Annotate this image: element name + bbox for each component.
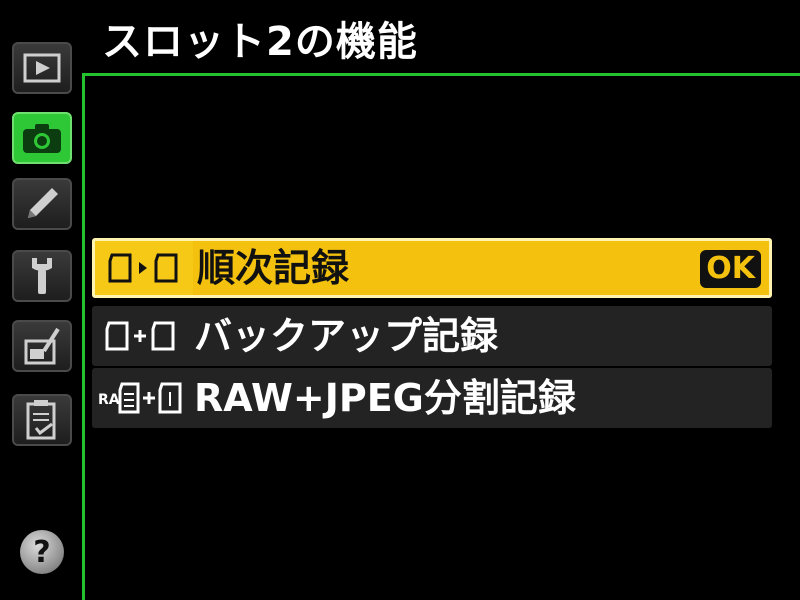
help-icon-label: ? xyxy=(33,534,51,570)
tab-playback[interactable] xyxy=(12,42,72,94)
play-icon xyxy=(23,53,61,83)
pencil-icon xyxy=(28,188,58,218)
backup-icon xyxy=(92,306,190,366)
tab-custom-settings[interactable] xyxy=(12,178,72,230)
help-icon[interactable]: ? xyxy=(20,530,64,574)
menu-frame-left xyxy=(82,73,85,600)
retouch-icon xyxy=(24,327,60,365)
menu-item-label: バックアップ記録 xyxy=(194,314,499,358)
menu-item-raw-jpeg[interactable]: RA RAW+JPEG分割記録 xyxy=(92,368,772,428)
menu-item-label: RAW+JPEG分割記録 xyxy=(194,376,576,420)
page-title: スロット2の機能 xyxy=(102,19,418,65)
menu-item-label: 順次記録 xyxy=(197,246,350,290)
menu-item-backup[interactable]: バックアップ記録 xyxy=(92,306,772,366)
camera-menu-screen: ? スロット2の機能 順次記録 OK バックアップ記録 RA RAW+JPEG分… xyxy=(0,0,800,600)
overflow-icon xyxy=(95,241,193,295)
tab-setup[interactable] xyxy=(12,250,72,302)
tab-my-menu[interactable] xyxy=(12,394,72,446)
svg-text:RA: RA xyxy=(98,392,120,408)
tab-retouch[interactable] xyxy=(12,320,72,372)
camera-icon xyxy=(23,124,61,153)
tab-shooting[interactable] xyxy=(12,112,72,164)
menu-item-overflow[interactable]: 順次記録 OK xyxy=(92,238,772,298)
raw-jpeg-icon: RA xyxy=(92,368,190,428)
recent-settings-icon xyxy=(26,400,56,440)
wrench-icon xyxy=(32,258,52,294)
menu-frame-top xyxy=(82,73,800,76)
ok-badge: OK xyxy=(700,250,761,288)
